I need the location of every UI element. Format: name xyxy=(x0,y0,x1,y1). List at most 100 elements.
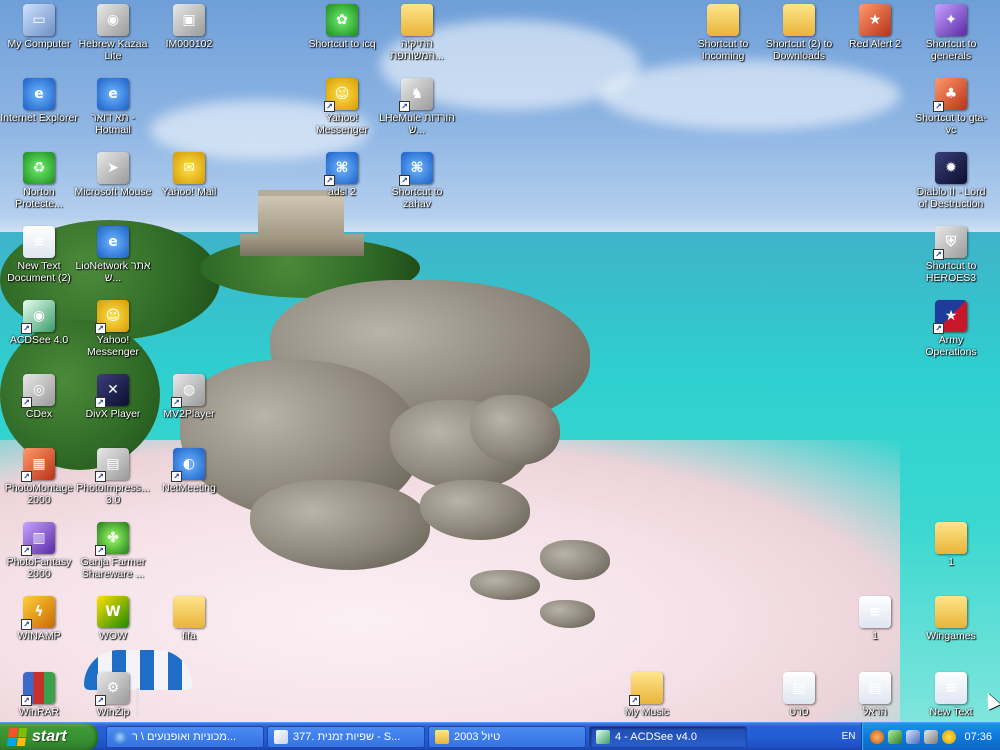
folder-icon xyxy=(783,4,815,36)
yahoo-messenger-2-icon[interactable]: ☺ ↗ Yahoo! Messenger xyxy=(74,300,152,358)
eye-icon: ◉ ↗ xyxy=(21,300,55,334)
ganja-farmer-icon[interactable]: ✤ ↗ Ganja Farmer Shareware ... xyxy=(74,522,152,580)
shortcut-arrow-icon: ↗ xyxy=(21,619,32,630)
internet-explorer-icon[interactable]: e Internet Explorer xyxy=(0,78,78,124)
ie-icon xyxy=(113,729,127,744)
shortcut-zahav-icon[interactable]: ⌘ ↗ Shortcut to zahav xyxy=(378,152,456,210)
shortcut-arrow-icon: ↗ xyxy=(933,101,944,112)
shortcut-arrow-icon: ↗ xyxy=(21,545,32,556)
shortcut-arrow-icon: ↗ xyxy=(399,101,410,112)
folder-fifa-icon[interactable]: fifa xyxy=(150,596,228,642)
volume-icon[interactable] xyxy=(924,729,939,744)
emule-icon: ♞ ↗ xyxy=(399,78,433,112)
yahoo-messenger-1-icon[interactable]: ☺ ↗ Yahoo! Messenger xyxy=(303,78,381,136)
leaf-icon: ✤ ↗ xyxy=(95,522,129,556)
shortcut-arrow-icon: ↗ xyxy=(21,323,32,334)
shortcut-incoming-icon[interactable]: Shortcut to Incoming xyxy=(684,4,762,62)
yahoo-smiley-icon[interactable] xyxy=(942,729,957,744)
shortcut-heroes3-icon[interactable]: ⛨ ↗ Shortcut to HEROES3 xyxy=(912,226,990,284)
shortcut-arrow-icon: ↗ xyxy=(399,175,410,186)
photofantasy-icon[interactable]: ▥ ↗ PhotoFantasy 2000 xyxy=(0,522,78,580)
netmeeting-icon: ◐ ↗ xyxy=(171,448,205,482)
gta-icon: ♣ ↗ xyxy=(933,78,967,112)
photoimpression-icon[interactable]: ▤ ↗ PhotoImpress... 3.0 xyxy=(74,448,152,506)
shortcut-arrow-icon: ↗ xyxy=(21,471,32,482)
task-button-folder[interactable]: טיול 2003 xyxy=(428,725,586,748)
system-tray: 07:36 xyxy=(861,722,1000,750)
shortcut-arrow-icon: ↗ xyxy=(324,175,335,186)
shortcut-arrow-icon: ↗ xyxy=(324,101,335,112)
mv2player-icon[interactable]: ◍ ↗ MV2Player xyxy=(150,374,228,420)
red-alert-2-icon[interactable]: ★ Red Alert 2 xyxy=(836,4,914,50)
hotmail-icon[interactable]: e תא דואר - Hotmail xyxy=(74,78,152,136)
adsl2-icon[interactable]: ⌘ ↗ adsl 2 xyxy=(303,152,381,198)
lionetwork-icon[interactable]: e LioNetwork אתר ש... xyxy=(74,226,152,284)
folder-1-icon[interactable]: 1 xyxy=(912,522,990,568)
winamp-icon: ϟ ↗ xyxy=(21,596,55,630)
language-indicator[interactable]: EN xyxy=(836,731,862,742)
photo-icon: ▤ ↗ xyxy=(95,448,129,482)
shortcut-arrow-icon: ↗ xyxy=(933,249,944,260)
im000102-icon[interactable]: ▣ IM000102 xyxy=(150,4,228,50)
folder-icon xyxy=(935,522,967,554)
shortcut-arrow-icon: ↗ xyxy=(95,545,106,556)
acdsee-icon[interactable]: ◉ ↗ ACDSee 4.0 xyxy=(0,300,78,346)
task-button-notepad[interactable]: 377. שפיות זמנית - S... xyxy=(267,725,425,748)
microsoft-mouse-icon[interactable]: ➤ Microsoft Mouse xyxy=(74,152,152,198)
clock[interactable]: 07:36 xyxy=(964,731,992,743)
norton-icon[interactable]: ♻ Norton Protecte... xyxy=(0,152,78,210)
netmeeting-icon[interactable]: ◐ ↗ NetMeeting xyxy=(150,448,228,494)
start-button[interactable]: start xyxy=(0,722,98,750)
text-document-icon: ≡ xyxy=(23,226,55,258)
shortcut-arrow-icon: ↗ xyxy=(629,695,640,706)
shortcut-arrow-icon: ↗ xyxy=(95,471,106,482)
cdex-icon[interactable]: ◎ ↗ CDex xyxy=(0,374,78,420)
shortcut-arrow-icon: ↗ xyxy=(95,695,106,706)
new-text-icon[interactable]: ≡ New Text xyxy=(912,672,990,718)
wingames-icon[interactable]: Wingames xyxy=(912,596,990,642)
divx-player-icon[interactable]: ✕ ↗ DivX Player xyxy=(74,374,152,420)
eye-icon xyxy=(596,729,610,744)
mouse-pointer-icon: ➤ xyxy=(97,152,129,184)
doc-heb1-icon[interactable]: ▤ סרט xyxy=(760,672,838,718)
network-icon: ⌘ ↗ xyxy=(399,152,433,186)
wow-icon[interactable]: W WOW xyxy=(74,596,152,642)
divx-icon: ✕ ↗ xyxy=(95,374,129,408)
folder-icon xyxy=(935,596,967,628)
diablo2-icon[interactable]: ✹ Diablo II - Lord of Destruction xyxy=(912,152,990,210)
heroes-icon: ⛨ ↗ xyxy=(933,226,967,260)
shortcut-generals-icon[interactable]: ✦ Shortcut to generals xyxy=(912,4,990,62)
shortcut-arrow-icon: ↗ xyxy=(171,471,182,482)
shortcut-arrow-icon: ↗ xyxy=(933,323,944,334)
shortcut-downloads-icon[interactable]: Shortcut (2) to Downloads xyxy=(760,4,838,62)
my-music-icon[interactable]: ↗ My Music xyxy=(608,672,686,718)
monitor-icon[interactable] xyxy=(906,729,921,744)
shortcut-gta-icon[interactable]: ♣ ↗ Shortcut to gta-vc xyxy=(912,78,990,136)
task-button-cars[interactable]: מכוניות ואופנועים \ ר... xyxy=(106,725,264,748)
task-button-acdsee[interactable]: 4 - ACDSee v4.0 xyxy=(589,725,747,748)
doc-heb2-icon[interactable]: ▤ הראל xyxy=(836,672,914,718)
yahoo-mail-icon: ✉ xyxy=(173,152,205,184)
folder-heb1-icon[interactable]: התיקיה המשותפת... xyxy=(378,4,456,62)
winzip-icon[interactable]: ⚙ ↗ WinZip xyxy=(74,672,152,718)
text-document-icon: ≡ xyxy=(935,672,967,704)
shortcut-arrow-icon: ↗ xyxy=(95,323,106,334)
winrar-icon: ↗ xyxy=(21,672,55,706)
winamp-icon[interactable]: ϟ ↗ WINAMP xyxy=(0,596,78,642)
network-icon[interactable] xyxy=(888,729,903,744)
my-computer-icon[interactable]: ▭ My Computer xyxy=(0,4,78,50)
hebrew-kazaa-icon[interactable]: ◉ Hebrew Kazaa Lite xyxy=(74,4,152,62)
new-text-2-icon[interactable]: ≡ New Text Document (2) xyxy=(0,226,78,284)
back-arrow-icon[interactable] xyxy=(870,729,885,744)
lhemule-icon[interactable]: ♞ ↗ LHeMule הורדות ש... xyxy=(378,78,456,136)
army-operations-icon[interactable]: ★ ↗ Army Operations xyxy=(912,300,990,358)
shortcut-icq-icon[interactable]: ✿ Shortcut to icq xyxy=(303,4,381,50)
doc-1-icon[interactable]: ≡ 1 xyxy=(836,596,914,642)
network-icon: ⌘ ↗ xyxy=(324,152,358,186)
task-buttons: מכוניות ואופנועים \ ר... 377. שפיות זמני… xyxy=(106,725,836,748)
photomontage-icon[interactable]: ▦ ↗ PhotoMontage 2000 xyxy=(0,448,78,506)
text-document-icon: ≡ xyxy=(859,596,891,628)
shortcut-arrow-icon: ↗ xyxy=(95,397,106,408)
winrar-icon[interactable]: ↗ WinRAR xyxy=(0,672,78,718)
yahoo-mail-icon[interactable]: ✉ Yahoo! Mail xyxy=(150,152,228,198)
